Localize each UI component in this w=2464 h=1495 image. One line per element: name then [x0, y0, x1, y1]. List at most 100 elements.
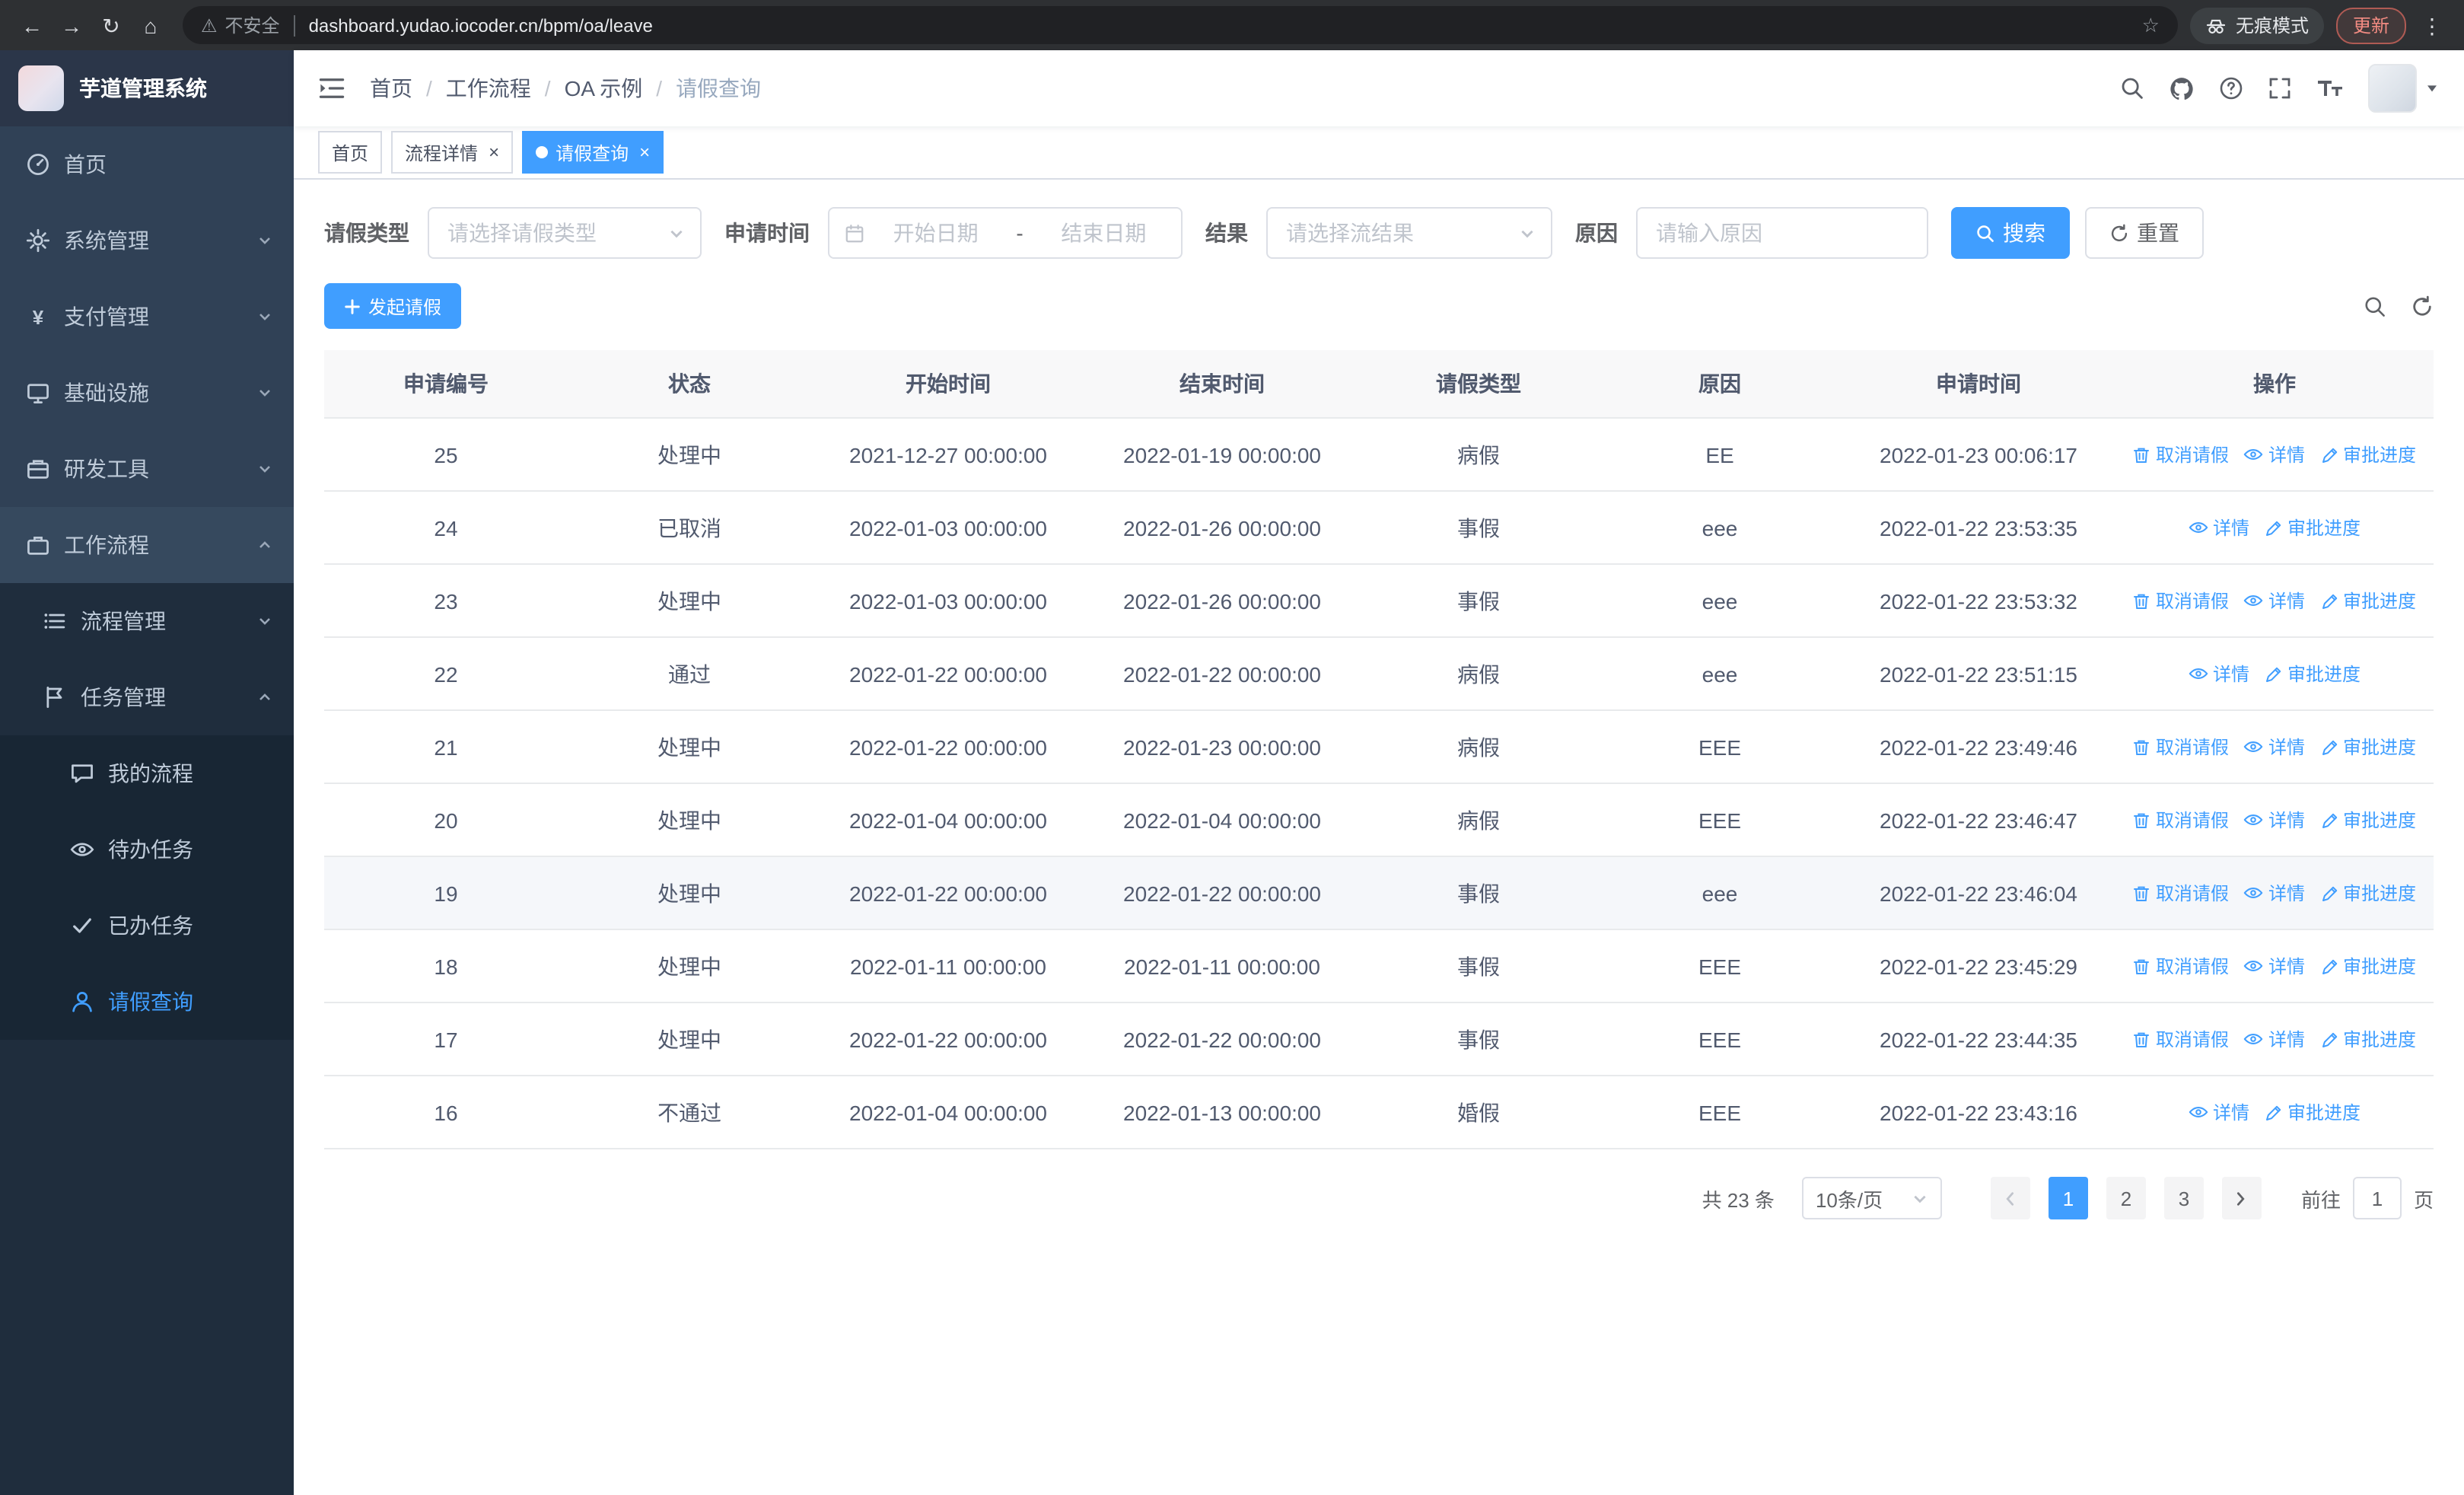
user-menu[interactable]: [2368, 64, 2440, 113]
progress-link[interactable]: 审批进度: [2320, 734, 2416, 760]
cancel-leave-link[interactable]: 取消请假: [2133, 880, 2229, 906]
progress-link[interactable]: 审批进度: [2320, 880, 2416, 906]
sidebar-item-workflow[interactable]: 工作流程: [0, 507, 294, 583]
detail-link[interactable]: 详情: [2244, 441, 2305, 467]
home-icon[interactable]: ⌂: [131, 5, 170, 45]
detail-link[interactable]: 详情: [2189, 1098, 2249, 1124]
address-bar[interactable]: ⚠ 不安全 dashboard.yudao.iocoder.cn/bpm/oa/…: [183, 6, 2178, 44]
table-row[interactable]: 24 已取消 2022-01-03 00:00:00 2022-01-26 00:00…: [324, 491, 2434, 565]
progress-link[interactable]: 审批进度: [2265, 1099, 2361, 1125]
table-row[interactable]: 20 处理中 2022-01-04 00:00:00 2022-01-04 00:00…: [324, 783, 2434, 857]
table-row[interactable]: 22 通过 2022-01-22 00:00:00 2022-01-22 00:00:…: [324, 637, 2434, 711]
sidebar-item-my-processes[interactable]: 我的流程: [0, 735, 294, 811]
tab-process-detail[interactable]: 流程详情 ×: [391, 131, 514, 174]
next-page-button[interactable]: [2221, 1177, 2262, 1219]
security-label[interactable]: 不安全: [225, 12, 280, 38]
breadcrumb-item[interactable]: OA 示例: [565, 73, 643, 104]
sidebar-item-system[interactable]: 系统管理: [0, 202, 294, 279]
leave-type-input[interactable]: [444, 219, 659, 247]
refresh-table-icon[interactable]: [2411, 295, 2434, 317]
table-row[interactable]: 18 处理中 2022-01-11 00:00:00 2022-01-11 00:00…: [324, 929, 2434, 1003]
progress-link[interactable]: 审批进度: [2265, 515, 2361, 540]
page-size-select[interactable]: 10条/页: [1801, 1177, 1942, 1219]
cancel-leave-link[interactable]: 取消请假: [2133, 441, 2229, 467]
sidebar-item-dev-tools[interactable]: 研发工具: [0, 431, 294, 507]
sidebar-item-infrastructure[interactable]: 基础设施: [0, 355, 294, 431]
progress-link[interactable]: 审批进度: [2320, 588, 2416, 614]
forward-icon[interactable]: →: [52, 5, 91, 45]
progress-link[interactable]: 审批进度: [2320, 441, 2416, 467]
close-icon[interactable]: ×: [639, 143, 650, 161]
sidebar-item-payment[interactable]: ¥ 支付管理: [0, 279, 294, 355]
help-icon[interactable]: [2219, 76, 2243, 100]
sidebar-item-leave-query[interactable]: 请假查询: [0, 964, 294, 1040]
font-size-icon[interactable]: [2316, 76, 2344, 100]
detail-link[interactable]: 详情: [2244, 733, 2305, 759]
page-button-1[interactable]: 1: [2048, 1177, 2088, 1219]
reload-icon[interactable]: ↻: [91, 5, 131, 45]
sidebar-item-todo-tasks[interactable]: 待办任务: [0, 811, 294, 888]
reset-button[interactable]: 重置: [2085, 207, 2204, 259]
sidebar-item-task-management[interactable]: 任务管理: [0, 659, 294, 735]
search-icon[interactable]: [2120, 76, 2144, 100]
sidebar-item-done-tasks[interactable]: 已办任务: [0, 888, 294, 964]
table-row[interactable]: 21 处理中 2022-01-22 00:00:00 2022-01-23 00:00…: [324, 710, 2434, 784]
app-logo[interactable]: 芋道管理系统: [0, 50, 294, 126]
progress-link[interactable]: 审批进度: [2320, 807, 2416, 833]
sidebar-item-home[interactable]: 首页: [0, 126, 294, 202]
table-row[interactable]: 19 处理中 2022-01-22 00:00:00 2022-01-22 00:00…: [324, 856, 2434, 930]
progress-link[interactable]: 审批进度: [2265, 661, 2361, 687]
close-icon[interactable]: ×: [489, 143, 499, 161]
table-row[interactable]: 17 处理中 2022-01-22 00:00:00 2022-01-22 00:00…: [324, 1003, 2434, 1076]
progress-link-label: 审批进度: [2343, 810, 2417, 831]
detail-link[interactable]: 详情: [2189, 514, 2249, 540]
breadcrumb-item[interactable]: 首页: [370, 73, 412, 104]
chevron-down-icon: [1912, 1190, 1928, 1207]
detail-link[interactable]: 详情: [2244, 952, 2305, 978]
fullscreen-icon[interactable]: [2268, 76, 2292, 100]
sidebar-toggle-icon[interactable]: [318, 75, 345, 102]
table-row[interactable]: 25 处理中 2021-12-27 00:00:00 2022-01-19 00:00…: [324, 418, 2434, 492]
date-range-picker[interactable]: 开始日期 - 结束日期: [828, 207, 1183, 259]
start-date-placeholder[interactable]: 开始日期: [874, 218, 998, 248]
detail-link[interactable]: 详情: [2244, 587, 2305, 613]
url-text[interactable]: dashboard.yudao.iocoder.cn/bpm/oa/leave: [309, 14, 2142, 36]
kebab-menu-icon[interactable]: ⋮: [2412, 5, 2452, 45]
detail-link[interactable]: 详情: [2244, 879, 2305, 905]
table-row[interactable]: 16 不通过 2022-01-04 00:00:00 2022-01-13 00:00…: [324, 1076, 2434, 1149]
cancel-leave-link[interactable]: 取消请假: [2133, 588, 2229, 614]
cancel-leave-link[interactable]: 取消请假: [2133, 1026, 2229, 1052]
table-row[interactable]: 23 处理中 2022-01-03 00:00:00 2022-01-26 00:00…: [324, 564, 2434, 638]
progress-link[interactable]: 审批进度: [2320, 1026, 2416, 1052]
page-button-3[interactable]: 3: [2163, 1177, 2204, 1219]
toggle-search-icon[interactable]: [2364, 295, 2386, 317]
cancel-leave-link[interactable]: 取消请假: [2133, 807, 2229, 833]
result-input[interactable]: [1283, 219, 1510, 247]
result-select[interactable]: [1266, 207, 1552, 259]
detail-link[interactable]: 详情: [2189, 660, 2249, 686]
create-leave-button[interactable]: 发起请假: [324, 283, 462, 329]
tab-leave-query[interactable]: 请假查询 ×: [522, 131, 664, 174]
cancel-leave-link[interactable]: 取消请假: [2133, 953, 2229, 979]
bookmark-star-icon[interactable]: ☆: [2142, 13, 2160, 37]
breadcrumb-item[interactable]: 工作流程: [446, 73, 531, 104]
reason-field[interactable]: [1636, 207, 1928, 259]
detail-link[interactable]: 详情: [2244, 1025, 2305, 1051]
github-icon[interactable]: [2169, 75, 2195, 101]
progress-link[interactable]: 审批进度: [2320, 953, 2416, 979]
table-cell: 16: [324, 1076, 568, 1149]
reason-input[interactable]: [1653, 219, 1912, 247]
prev-page-button[interactable]: [1990, 1177, 2030, 1219]
search-button[interactable]: 搜索: [1951, 207, 2070, 259]
goto-page-input[interactable]: [2352, 1177, 2402, 1219]
end-date-placeholder[interactable]: 结束日期: [1042, 218, 1166, 248]
tab-home[interactable]: 首页: [318, 131, 383, 174]
sidebar-item-process-management[interactable]: 流程管理: [0, 583, 294, 659]
update-chip[interactable]: 更新: [2335, 7, 2406, 43]
progress-link-label: 审批进度: [2343, 1029, 2417, 1050]
detail-link[interactable]: 详情: [2244, 806, 2305, 832]
back-icon[interactable]: ←: [12, 5, 52, 45]
cancel-leave-link[interactable]: 取消请假: [2133, 734, 2229, 760]
leave-type-select[interactable]: [428, 207, 702, 259]
page-button-2[interactable]: 2: [2106, 1177, 2146, 1219]
